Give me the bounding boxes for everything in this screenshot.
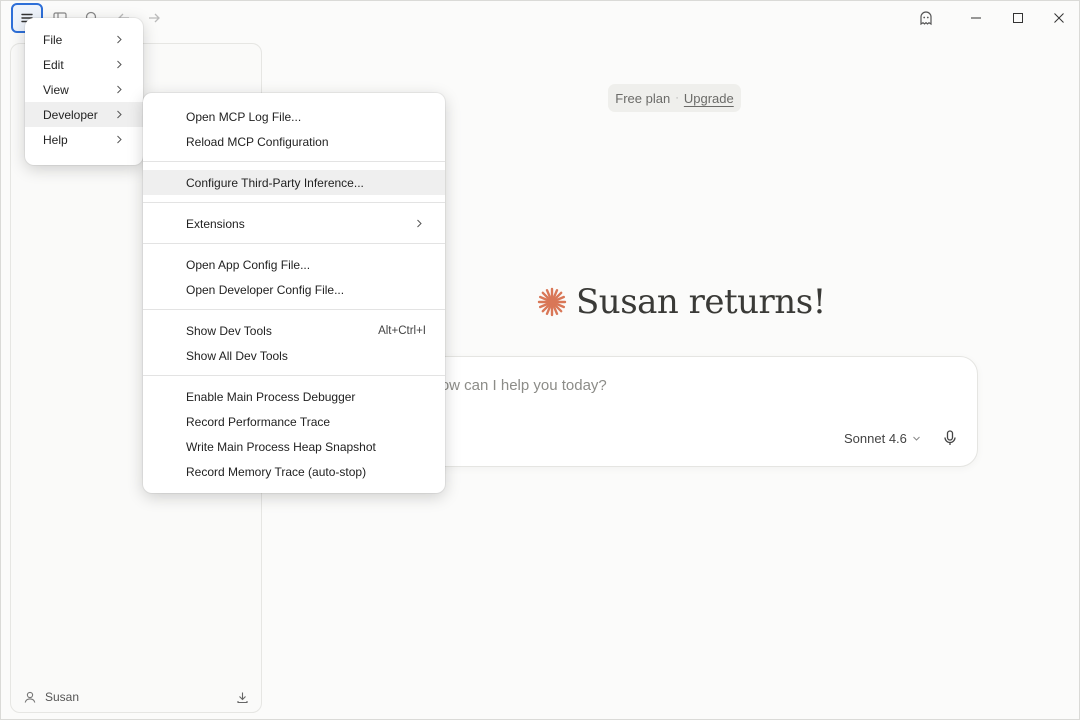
menu-item-label: Show All Dev Tools xyxy=(186,348,288,363)
menu-item-label: Show Dev Tools xyxy=(186,323,272,338)
menu-item-open-mcp-log[interactable]: Open MCP Log File... xyxy=(143,104,445,129)
user-name: Susan xyxy=(45,690,80,704)
minimize-button[interactable] xyxy=(956,5,996,31)
chevron-right-icon xyxy=(417,219,422,228)
app-window: Susan Free plan · Upgrade Susan returns!… xyxy=(0,0,1080,720)
chevron-right-icon xyxy=(117,35,122,44)
menu-item-label: Open App Config File... xyxy=(186,257,311,272)
chevron-down-icon xyxy=(913,436,920,441)
menu-item-label: Open Developer Config File... xyxy=(186,282,345,297)
menu-item-label: Extensions xyxy=(186,216,245,231)
sidebar-footer[interactable]: Susan xyxy=(11,682,261,712)
user-icon xyxy=(24,691,36,703)
menu-item-heap-snapshot[interactable]: Write Main Process Heap Snapshot xyxy=(143,434,445,459)
chevron-right-icon xyxy=(117,60,122,69)
menu-item-label: Edit xyxy=(43,57,64,72)
menu-item-edit[interactable]: Edit xyxy=(25,52,143,77)
plan-label: Free plan xyxy=(615,90,671,106)
menu-item-open-dev-config[interactable]: Open Developer Config File... xyxy=(143,277,445,302)
menu-item-extensions[interactable]: Extensions xyxy=(143,211,445,236)
plan-badge: Free plan · Upgrade xyxy=(608,84,741,112)
menu-item-label: Open MCP Log File... xyxy=(186,109,302,124)
developer-submenu: Open MCP Log File... Reload MCP Configur… xyxy=(143,93,445,493)
download-icon[interactable] xyxy=(236,691,249,704)
menu-item-label: Reload MCP Configuration xyxy=(186,134,329,149)
menu-item-label: Enable Main Process Debugger xyxy=(186,389,356,404)
menu-item-label: Help xyxy=(43,132,68,147)
menu-item-label: Developer xyxy=(43,107,98,122)
forward-arrow-icon xyxy=(149,13,160,23)
menu-item-label: View xyxy=(43,82,69,97)
app-menu: File Edit View Developer Help xyxy=(25,18,143,165)
chevron-right-icon xyxy=(117,135,122,144)
chevron-right-icon xyxy=(117,85,122,94)
menu-item-developer[interactable]: Developer xyxy=(25,102,143,127)
menu-item-shortcut: Alt+Ctrl+I xyxy=(378,324,426,337)
menu-item-label: Configure Third-Party Inference... xyxy=(186,175,364,190)
menu-item-view[interactable]: View xyxy=(25,77,143,102)
menu-item-label: Record Memory Trace (auto-stop) xyxy=(186,464,367,479)
microphone-icon[interactable] xyxy=(941,429,959,447)
menu-divider xyxy=(143,161,445,162)
maximize-icon xyxy=(1013,13,1023,23)
menu-item-configure-inference[interactable]: Configure Third-Party Inference... xyxy=(143,170,445,195)
forward-button[interactable] xyxy=(139,5,169,31)
upgrade-link[interactable]: Upgrade xyxy=(684,91,734,106)
spark-icon xyxy=(537,287,567,317)
chevron-right-icon xyxy=(117,110,122,119)
menu-item-label: Write Main Process Heap Snapshot xyxy=(186,439,376,454)
minimize-icon xyxy=(971,17,981,19)
title-bar xyxy=(1,1,1080,35)
menu-item-show-dev-tools[interactable]: Show Dev Tools Alt+Ctrl+I xyxy=(143,318,445,343)
menu-item-file[interactable]: File xyxy=(25,27,143,52)
composer: Sonnet 4.6 xyxy=(381,356,978,467)
greeting: Susan returns! xyxy=(536,280,826,324)
model-selector[interactable]: Sonnet 4.6 xyxy=(844,431,921,446)
close-button[interactable] xyxy=(1039,5,1079,31)
menu-divider xyxy=(143,202,445,203)
menu-item-show-all-dev-tools[interactable]: Show All Dev Tools xyxy=(143,343,445,368)
menu-item-open-app-config[interactable]: Open App Config File... xyxy=(143,252,445,277)
menu-item-help[interactable]: Help xyxy=(25,127,143,152)
incognito-button[interactable] xyxy=(911,5,941,31)
menu-item-reload-mcp-config[interactable]: Reload MCP Configuration xyxy=(143,129,445,154)
close-icon xyxy=(1054,13,1064,23)
greeting-text: Susan returns! xyxy=(576,282,826,322)
ghost-icon xyxy=(920,11,932,26)
menu-divider xyxy=(143,243,445,244)
message-input[interactable] xyxy=(430,377,930,394)
menu-item-record-perf-trace[interactable]: Record Performance Trace xyxy=(143,409,445,434)
model-label: Sonnet 4.6 xyxy=(844,431,907,446)
menu-divider xyxy=(143,309,445,310)
menu-item-label: File xyxy=(43,32,63,47)
maximize-button[interactable] xyxy=(998,5,1038,31)
plan-separator: · xyxy=(675,92,679,104)
menu-item-enable-debugger[interactable]: Enable Main Process Debugger xyxy=(143,384,445,409)
menu-item-label: Record Performance Trace xyxy=(186,414,331,429)
menu-item-memory-trace[interactable]: Record Memory Trace (auto-stop) xyxy=(143,459,445,484)
menu-divider xyxy=(143,375,445,376)
